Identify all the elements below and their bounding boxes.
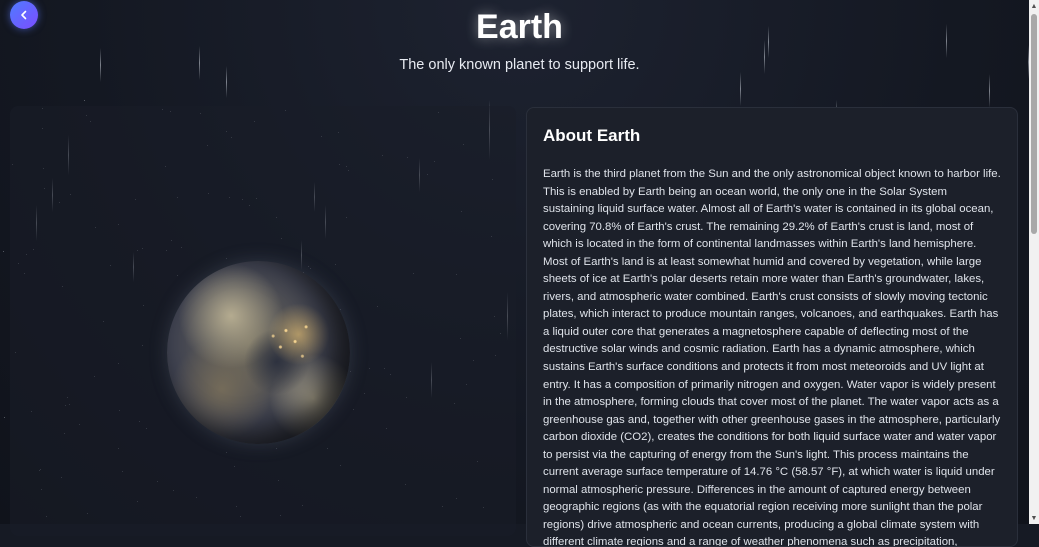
earth-globe[interactable] [167,261,350,444]
about-heading: About Earth [543,126,641,145]
city-lights [167,261,350,444]
page-scrollbar[interactable]: ▲ ▼ [1029,0,1039,524]
scroll-up-arrow[interactable]: ▲ [1029,0,1039,12]
page-title: Earth [476,8,563,46]
about-card: About Earth Earth is the third planet fr… [526,107,1018,547]
page-subtitle: The only known planet to support life. [399,57,640,73]
star [3,251,4,252]
scroll-thumb[interactable] [1031,14,1037,234]
rain-streak [989,74,990,108]
globe-viewer[interactable] [10,106,516,536]
star [84,100,85,101]
star [4,417,5,418]
rain-streak [740,72,741,106]
scroll-down-arrow[interactable]: ▼ [1029,512,1039,524]
about-text: Earth is the third planet from the Sun a… [543,168,1001,547]
